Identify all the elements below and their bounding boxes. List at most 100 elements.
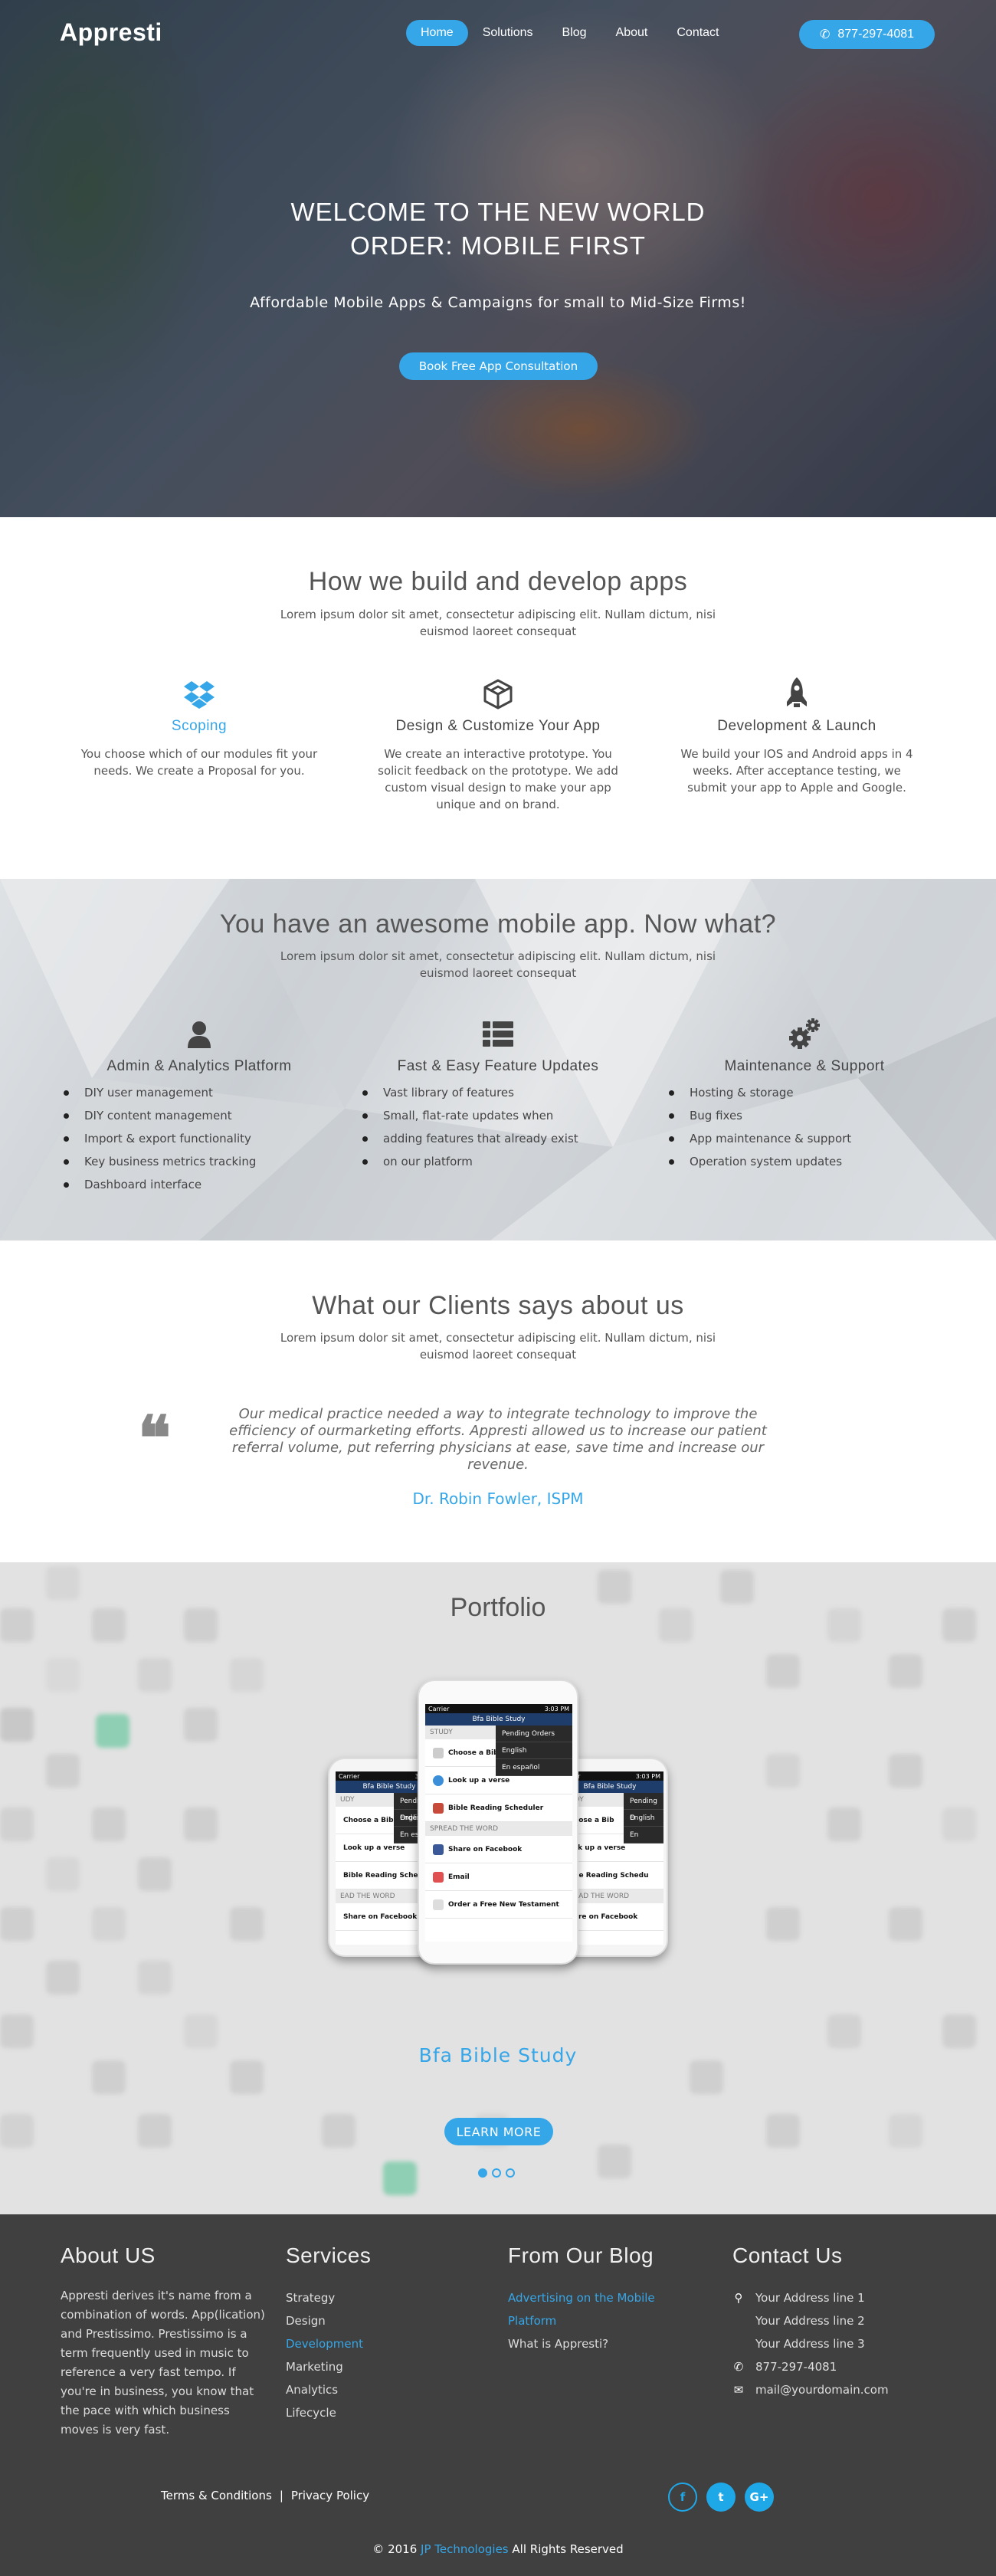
carousel-dot[interactable] bbox=[506, 2168, 515, 2178]
list-item: Vast library of features bbox=[360, 1081, 636, 1104]
column-maintenance: Maintenance & Support Hosting & storage … bbox=[667, 1017, 942, 1173]
row-label: Share on Facebook bbox=[448, 1845, 523, 1853]
bg-tile bbox=[827, 1807, 861, 1841]
portfolio-title: Portfolio bbox=[450, 1593, 546, 1622]
blog-link[interactable]: What is Appresti? bbox=[508, 2332, 655, 2355]
column-admin: Admin & Analytics Platform DIY user mana… bbox=[61, 1017, 337, 1196]
build-section: How we build and develop apps Lorem ipsu… bbox=[0, 517, 996, 879]
learn-more-button[interactable]: LEARN MORE bbox=[444, 2118, 553, 2145]
google-plus-icon[interactable]: G+ bbox=[745, 2483, 774, 2512]
row-label: Email bbox=[448, 1873, 470, 1881]
hero-title-line-1: WELCOME TO THE NEW WORLD bbox=[290, 198, 706, 226]
menu-row: Email bbox=[425, 1863, 572, 1891]
carousel-dot[interactable] bbox=[492, 2168, 501, 2178]
phone-button[interactable]: ✆ 877-297-4081 bbox=[799, 20, 935, 49]
feature-text: You choose which of our modules fit your… bbox=[80, 747, 318, 778]
list-item: Import & export functionality bbox=[61, 1127, 337, 1150]
nav-home[interactable]: Home bbox=[406, 20, 468, 46]
list-item: Hosting & storage bbox=[667, 1081, 942, 1104]
list-item: App maintenance & support bbox=[667, 1127, 942, 1150]
rocket-icon bbox=[670, 677, 923, 712]
language-menu: Pending Orders English En español bbox=[496, 1726, 572, 1776]
blog-link[interactable]: Advertising on the Mobile bbox=[508, 2286, 655, 2309]
bg-tile bbox=[184, 1708, 218, 1742]
clients-title: What our Clients says about us bbox=[312, 1291, 684, 1320]
menu-option: Pending O bbox=[624, 1793, 663, 1822]
phone-number: 877-297-4081 bbox=[837, 28, 915, 41]
search-icon bbox=[433, 1775, 444, 1786]
email-line[interactable]: ✉ mail@yourdomain.com bbox=[732, 2378, 889, 2401]
blog-link[interactable]: Platform bbox=[508, 2309, 655, 2332]
phone-icon: ✆ bbox=[733, 2360, 744, 2374]
nav-about[interactable]: About bbox=[601, 20, 663, 46]
list-icon bbox=[360, 1017, 636, 1052]
social-links: f t G+ bbox=[668, 2483, 774, 2512]
book-consultation-button[interactable]: Book Free App Consultation bbox=[399, 352, 598, 380]
list-item: Small, flat-rate updates when bbox=[360, 1104, 636, 1127]
copyright-year: © 2016 bbox=[372, 2542, 418, 2556]
service-link[interactable]: Marketing bbox=[286, 2355, 371, 2378]
service-link[interactable]: Analytics bbox=[286, 2378, 371, 2401]
bg-tile bbox=[0, 1807, 34, 1841]
nav-solutions[interactable]: Solutions bbox=[468, 20, 548, 46]
bg-tile bbox=[230, 1658, 264, 1692]
footer-services: Services Strategy Design Development Mar… bbox=[286, 2243, 371, 2424]
column-title: Maintenance & Support bbox=[724, 1058, 885, 1074]
portfolio-item-title[interactable]: Bfa Bible Study bbox=[0, 2044, 996, 2066]
about-text: Appresti derives it's name from a combin… bbox=[61, 2289, 265, 2437]
bg-tile bbox=[184, 2014, 218, 2048]
terms-link[interactable]: Terms & Conditions bbox=[161, 2489, 272, 2502]
service-link[interactable]: Lifecycle bbox=[286, 2401, 371, 2424]
list-item: Operation system updates bbox=[667, 1150, 942, 1173]
feature-development: Development & Launch We build your IOS a… bbox=[670, 677, 923, 796]
bg-tile bbox=[96, 1714, 129, 1748]
feature-title: Development & Launch bbox=[717, 718, 876, 734]
feature-title: Scoping bbox=[171, 718, 228, 734]
company-link[interactable]: JP Technologies bbox=[421, 2542, 509, 2556]
app-section: You have an awesome mobile app. Now what… bbox=[0, 879, 996, 1240]
privacy-link[interactable]: Privacy Policy bbox=[291, 2489, 369, 2502]
hero-section: Appresti Home Solutions Blog About Conta… bbox=[0, 0, 996, 517]
menu-option: English bbox=[624, 1810, 663, 1827]
address-text: Your Address line 3 bbox=[755, 2337, 865, 2351]
service-link[interactable]: Development bbox=[286, 2332, 371, 2355]
envelope-icon: ✉ bbox=[733, 2383, 744, 2397]
list-item: DIY user management bbox=[61, 1081, 337, 1104]
phone-mockup-center: Carrier 3:03 PM Bfa Bible Study STUDY Cho… bbox=[418, 1680, 578, 1965]
row-label: Look up a verse bbox=[448, 1776, 510, 1785]
address-line: ⚲ Your Address line 1 bbox=[732, 2286, 889, 2309]
service-link[interactable]: Design bbox=[286, 2309, 371, 2332]
nav-blog[interactable]: Blog bbox=[548, 20, 601, 46]
quote-icon: ❝ bbox=[138, 1402, 172, 1474]
twitter-icon[interactable]: t bbox=[706, 2483, 736, 2512]
nav-contact[interactable]: Contact bbox=[662, 20, 733, 46]
logo[interactable]: Appresti bbox=[60, 18, 162, 47]
feature-text: We build your IOS and Android apps in 4 … bbox=[680, 747, 913, 795]
contact-details: ⚲ Your Address line 1 Your Address line 2… bbox=[732, 2286, 889, 2401]
address-text: Your Address line 2 bbox=[755, 2314, 865, 2328]
bg-tile bbox=[889, 2114, 922, 2148]
bg-tile bbox=[138, 1961, 172, 1994]
bg-tile bbox=[322, 2114, 355, 2148]
user-icon bbox=[61, 1017, 337, 1052]
clients-subtitle: Lorem ipsum dolor sit amet, consectetur … bbox=[280, 1331, 716, 1362]
carousel-dot[interactable] bbox=[478, 2168, 487, 2178]
address-text: Your Address line 1 bbox=[755, 2291, 865, 2305]
menu-option: En español bbox=[496, 1759, 572, 1776]
list-item: adding features that already exist bbox=[360, 1127, 636, 1150]
bg-tile bbox=[889, 1654, 922, 1688]
build-title: How we build and develop apps bbox=[308, 567, 688, 596]
row-label: Bible Reading Scheduler bbox=[448, 1804, 544, 1812]
bg-tile bbox=[766, 1907, 800, 1941]
phone-line[interactable]: ✆ 877-297-4081 bbox=[732, 2355, 889, 2378]
list-item: Bug fixes bbox=[667, 1104, 942, 1127]
copyright: © 2016 JP Technologies All Rights Reserv… bbox=[0, 2542, 996, 2556]
bg-tile bbox=[942, 2014, 976, 2048]
list-item: DIY content management bbox=[61, 1104, 337, 1127]
legal-links: Terms & Conditions | Privacy Policy bbox=[161, 2489, 369, 2502]
blog-links: Advertising on the Mobile Platform What … bbox=[508, 2286, 655, 2355]
menu-row: Order a Free New Testament bbox=[425, 1891, 572, 1919]
menu-option: En españo bbox=[624, 1827, 663, 1856]
facebook-icon[interactable]: f bbox=[668, 2483, 697, 2512]
service-link[interactable]: Strategy bbox=[286, 2286, 371, 2309]
